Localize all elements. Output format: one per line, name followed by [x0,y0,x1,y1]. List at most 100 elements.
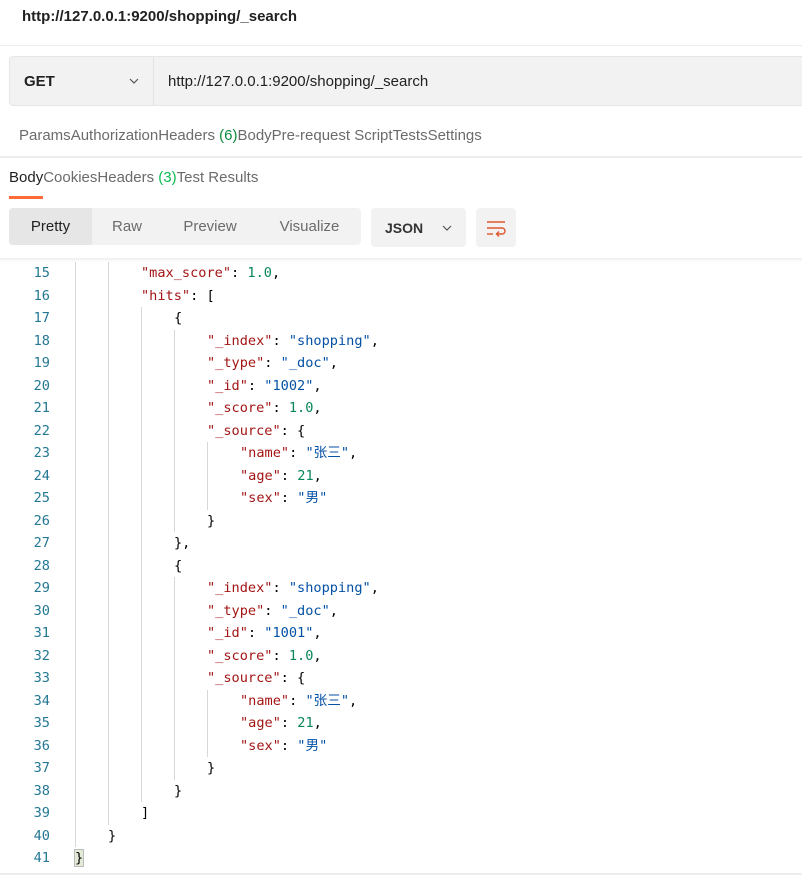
divider [0,45,802,46]
line-number: 29 [33,580,50,596]
tab-label: Params [19,127,71,144]
indent-guide [174,644,175,667]
indent-guide [75,824,76,847]
request-tabs: Params Authorization Headers (6) Body Pre-re… [19,127,482,144]
json-punctuation: ] [141,805,150,821]
format-select[interactable]: JSON [371,208,466,247]
divider [0,156,802,158]
code-text: } [207,757,215,780]
code-text: "_score": 1.0, [207,397,322,420]
code-text: "_source": { [207,420,305,443]
indent-guide [108,734,109,757]
json-punctuation: }, [174,535,191,551]
code-line: 38} [0,779,802,802]
json-key: "_index" [207,332,273,349]
indent-guide [75,734,76,757]
code-line: 21 "_score": 1.0, [0,397,802,420]
tab-label: Cookies [43,169,98,186]
indent-guide [174,689,175,712]
indent-guide [141,554,142,577]
url-input[interactable]: http://127.0.0.1:9200/shopping/_search [154,57,428,105]
response-tab-body[interactable]: Body [9,169,44,199]
json-string: "_doc" [280,355,330,371]
json-key: "hits" [141,287,191,304]
view-mode-raw[interactable]: Raw [92,208,162,245]
tab-tests[interactable]: Tests [393,127,428,144]
indent-guide [108,374,109,397]
indent-guide [174,329,175,352]
line-number: 41 [33,850,50,866]
indent-guide [75,644,76,667]
response-body-editor[interactable]: 15 "max_score": 1.0, 16 "hits": [17 { 18 "_ind… [0,262,802,870]
indent-guide [174,374,175,397]
code-text: "_index": "shopping", [207,577,379,600]
wrap-lines-icon [487,220,506,237]
indent-guide [75,599,76,622]
indent-guide [174,667,175,690]
tab-label: Pre-request Script [271,127,393,144]
code-line: 17 { [0,307,802,330]
view-mode-selector: Pretty Raw Preview Visualize [9,208,361,245]
method-value: GET [24,72,55,90]
indent-guide [75,442,76,465]
line-number: 38 [33,782,50,799]
tab-authorization[interactable]: Authorization [71,127,159,144]
indent-guide [174,757,175,780]
code-line: 15 "max_score": 1.0, [0,262,802,285]
tab-pre-request-script[interactable]: Pre-request Script [272,127,393,144]
line-number: 32 [33,647,50,664]
indent-guide [141,667,142,690]
json-punctuation: : [280,490,298,506]
json-number: 1.0 [288,647,314,664]
view-mode-preview[interactable]: Preview [162,208,258,245]
json-key: "_id" [207,625,248,641]
response-tabs: Body Cookies Headers (3) Test Results [9,169,258,199]
line-number: 34 [33,692,50,709]
json-key: "sex" [240,737,281,754]
line-number: 28 [33,557,50,574]
wrap-lines-button[interactable] [476,208,516,247]
code-text: "name": "张三", [240,442,357,465]
tab-settings[interactable]: Settings [428,127,482,144]
indent-guide [75,802,76,825]
tab-params[interactable]: Params [19,127,71,144]
line-number: 18 [33,332,50,349]
indent-guide [141,644,142,667]
tab-body[interactable]: Body [237,127,271,144]
json-string: "_doc" [280,602,330,619]
tab-headers[interactable]: Headers (6) [158,127,237,144]
indent-guide [75,374,76,397]
json-key: "_score" [207,647,273,664]
json-string: "shopping" [288,580,371,596]
view-mode-pretty[interactable]: Pretty [9,208,92,245]
indent-guide [174,419,175,442]
line-number: 30 [33,602,50,619]
response-tab-headers[interactable]: Headers (3) [97,169,176,199]
indent-guide [108,554,109,577]
method-select[interactable]: GET [10,57,154,105]
view-mode-visualize[interactable]: Visualize [258,208,361,245]
code-text: } [73,847,85,870]
json-punctuation: , [329,355,338,371]
response-tab-test-results[interactable]: Test Results [177,169,259,199]
indent-guide [75,352,76,375]
indent-guide [108,712,109,735]
code-line: 22 "_source": { [0,419,802,443]
json-punctuation: , [349,692,358,709]
json-key: "_index" [207,580,273,596]
json-punctuation: : [247,377,265,394]
code-line: 25 "sex": "男" [0,487,802,510]
json-string: "shopping" [288,332,371,349]
json-key: "_type" [207,355,265,371]
code-text: "_score": 1.0, [207,645,322,668]
json-punctuation: , [313,400,322,416]
code-text: } [207,510,215,533]
code-line: 16 "hits": [ [0,284,802,307]
json-punctuation: : [247,625,265,641]
code-line: 29 "_index": "shopping", [0,577,802,600]
code-text: } [108,825,116,848]
line-number: 15 [33,265,50,281]
json-punctuation: : [272,647,289,664]
indent-guide [108,644,109,667]
response-tab-cookies[interactable]: Cookies [43,169,97,199]
